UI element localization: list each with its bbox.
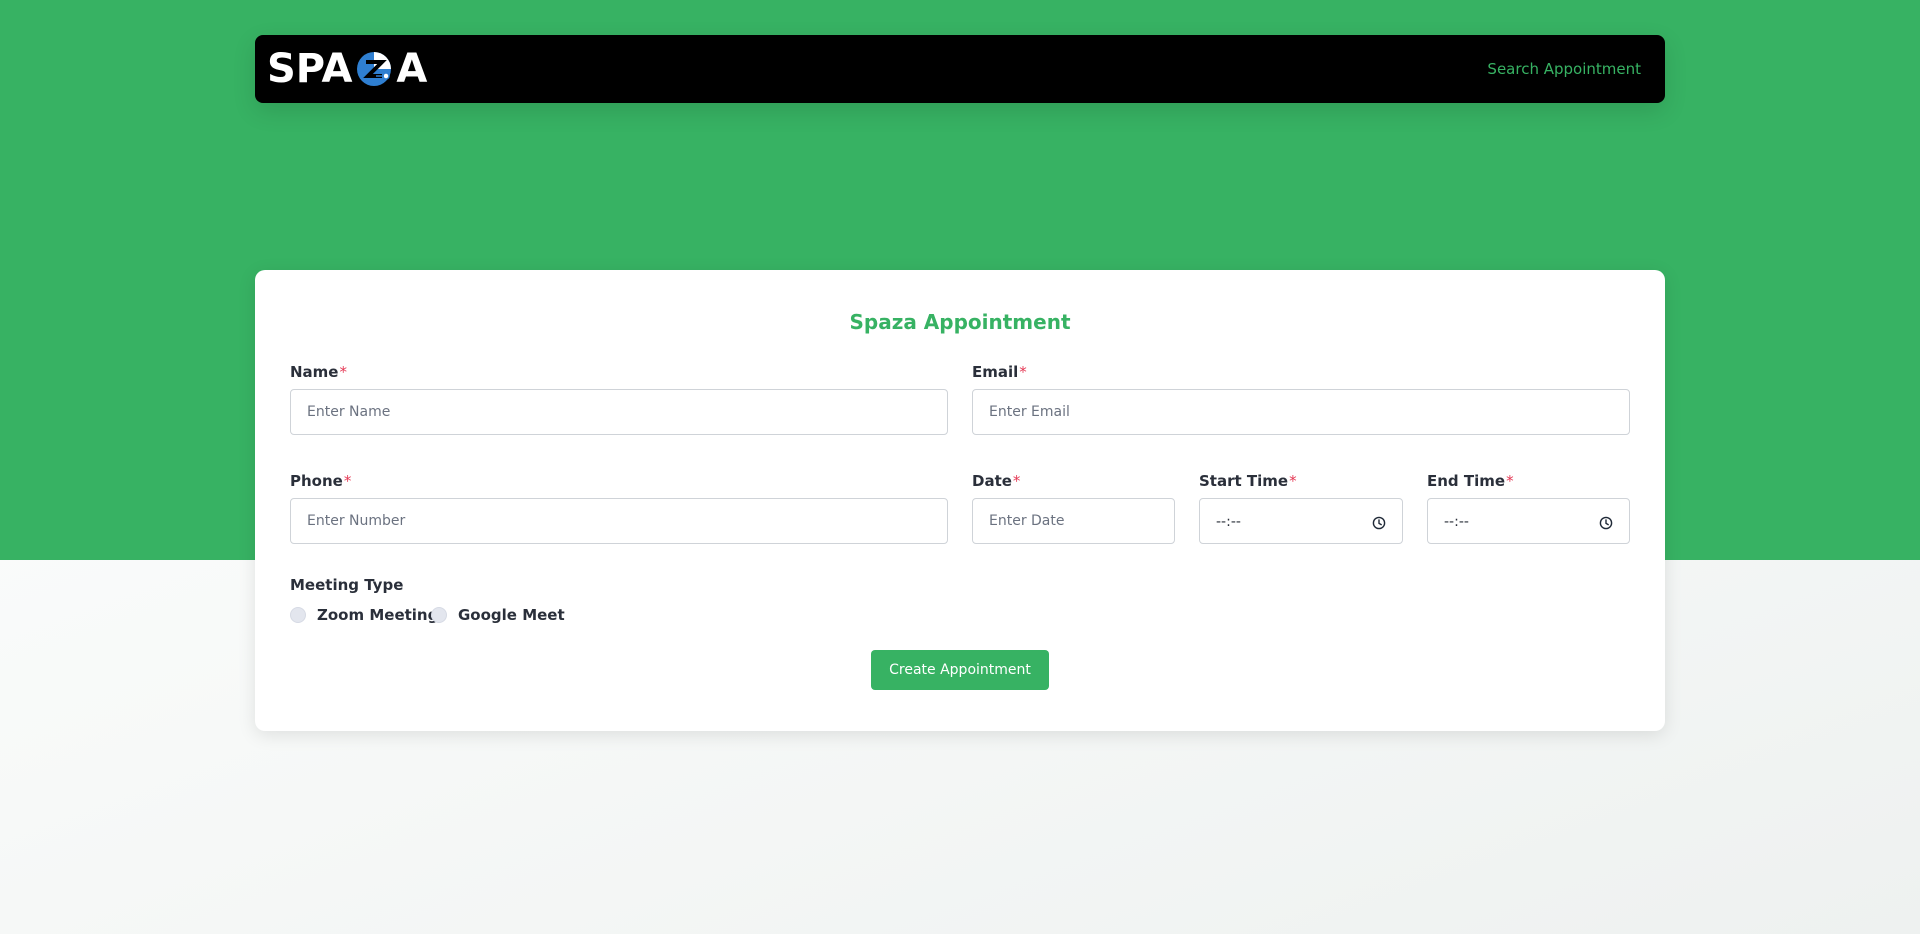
spaza-logo[interactable]: SPA A	[267, 48, 427, 90]
phone-input-box	[290, 498, 948, 544]
date-input[interactable]	[973, 499, 1174, 543]
name-input[interactable]	[291, 390, 947, 434]
start-time-field: Start Time* --:--	[1199, 471, 1403, 544]
email-input-box	[972, 389, 1630, 435]
email-input[interactable]	[973, 390, 1629, 434]
phone-field: Phone*	[290, 471, 948, 544]
meeting-type-label: Meeting Type	[290, 576, 404, 594]
radio-button[interactable]	[290, 607, 306, 623]
radio-label: Google Meet	[458, 606, 565, 624]
date-label: Date*	[972, 472, 1021, 490]
name-field: Name*	[290, 362, 948, 435]
email-field: Email*	[972, 362, 1630, 435]
required-mark: *	[1506, 472, 1514, 490]
date-field: Date*	[972, 471, 1175, 544]
form-title: Spaza Appointment	[849, 310, 1071, 334]
required-mark: *	[343, 472, 352, 490]
end-time-label: End Time*	[1427, 472, 1514, 490]
radio-label: Zoom Meeting	[317, 606, 439, 624]
date-input-box	[972, 498, 1175, 544]
start-time-input[interactable]: --:--	[1199, 498, 1403, 544]
logo-text-right: A	[396, 46, 428, 92]
phone-input[interactable]	[291, 499, 947, 543]
navbar: SPA A Search Appointment	[255, 35, 1665, 103]
radio-google-meet[interactable]: Google Meet	[431, 605, 565, 625]
radio-button[interactable]	[431, 607, 447, 623]
search-appointment-link[interactable]: Search Appointment	[1487, 59, 1641, 79]
phone-label: Phone*	[290, 472, 352, 490]
start-time-value: --:--	[1216, 514, 1241, 530]
radio-zoom-meeting[interactable]: Zoom Meeting	[290, 605, 438, 625]
appointment-form-card: Spaza Appointment Name* Email* Phone* Da…	[255, 270, 1665, 731]
required-mark: *	[1012, 472, 1021, 490]
clock-icon[interactable]	[1599, 515, 1613, 530]
logo-mark-icon	[354, 49, 394, 89]
email-label: Email*	[972, 363, 1027, 381]
required-mark: *	[339, 363, 347, 381]
logo-text-left: SPA	[267, 46, 353, 92]
end-time-input[interactable]: --:--	[1427, 498, 1630, 544]
end-time-field: End Time* --:--	[1427, 471, 1630, 544]
create-appointment-button[interactable]: Create Appointment	[871, 650, 1049, 690]
required-mark: *	[1019, 363, 1027, 381]
clock-icon[interactable]	[1372, 515, 1386, 530]
start-time-label: Start Time*	[1199, 472, 1297, 490]
name-label: Name*	[290, 363, 347, 381]
required-mark: *	[1289, 472, 1297, 490]
end-time-value: --:--	[1444, 514, 1469, 530]
name-input-box	[290, 389, 948, 435]
